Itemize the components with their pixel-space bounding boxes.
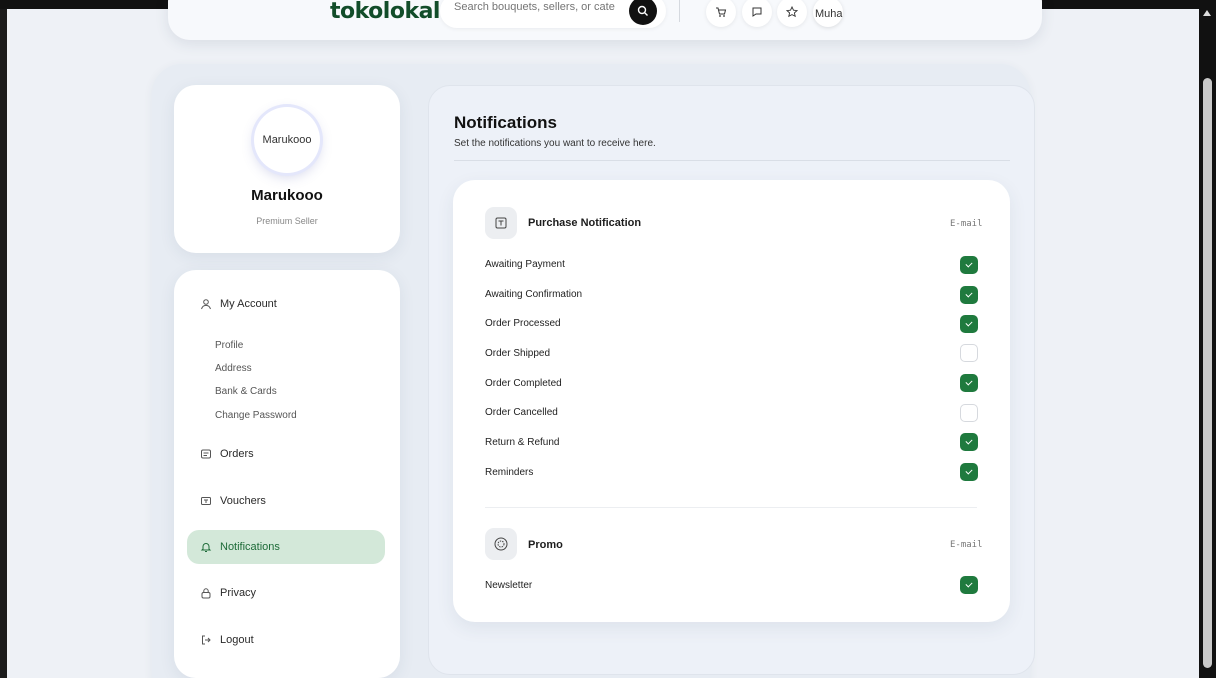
promo-email-column: E-mail [950,540,983,550]
row-reminders: Reminders [485,467,534,478]
chat-button[interactable] [742,0,772,27]
logout-icon [200,634,212,646]
nav-vouchers[interactable]: Vouchers [200,495,266,507]
avatar-text: Marukooo [262,134,312,146]
section-divider [485,507,977,508]
top-header: tokolokal Muha [168,0,1042,40]
row-awaiting-payment: Awaiting Payment [485,259,565,270]
notification-settings-card [453,180,1010,622]
nav-sub-address[interactable]: Address [215,363,252,374]
nav-sub-profile[interactable]: Profile [215,340,243,351]
checkbox-newsletter[interactable] [960,576,978,594]
orders-icon [200,448,212,460]
purchase-section-icon [485,207,517,239]
checkbox-order-completed[interactable] [960,374,978,392]
row-awaiting-confirmation: Awaiting Confirmation [485,289,583,300]
search-icon [637,5,648,16]
nav-notifications-label: Notifications [220,541,280,553]
badge-icon [494,537,508,551]
promo-section-icon [485,528,517,560]
star-icon [786,6,798,18]
user-icon [200,298,212,310]
profile-avatar: Marukooo [254,107,320,173]
header-divider [679,0,680,22]
purchase-section-title: Purchase Notification [528,217,642,229]
row-order-completed: Order Completed [485,378,562,389]
profile-role: Premium Seller [256,216,318,226]
page-subtitle: Set the notifications you want to receiv… [454,138,656,149]
nav-logout[interactable]: Logout [200,634,254,646]
checkbox-return-refund[interactable] [960,433,978,451]
logo[interactable]: tokolokal [330,0,440,24]
account-nav: My Account Profile Address Bank & Cards … [174,270,400,678]
nav-sub-change-password[interactable]: Change Password [215,410,297,421]
title-divider [454,160,1010,161]
nav-orders[interactable]: Orders [200,448,254,460]
nav-privacy[interactable]: Privacy [200,587,256,599]
user-avatar[interactable]: Muha [813,0,843,27]
promo-section-title: Promo [528,539,563,551]
row-return-refund: Return & Refund [485,437,560,448]
purchase-email-column: E-mail [950,219,983,229]
chat-icon [752,7,762,17]
cart-button[interactable] [706,0,736,27]
window-scrollbar[interactable] [1199,0,1216,678]
nav-vouchers-label: Vouchers [220,495,266,507]
checkbox-order-cancelled[interactable] [960,404,978,422]
lock-icon [200,587,212,599]
checkbox-order-processed[interactable] [960,315,978,333]
nav-orders-label: Orders [220,448,254,460]
voucher-icon [200,495,212,507]
nav-notifications[interactable]: Notifications [200,541,280,553]
wishlist-button[interactable] [777,0,807,27]
checkbox-awaiting-payment[interactable] [960,256,978,274]
nav-my-account-label: My Account [220,298,277,310]
row-newsletter: Newsletter [485,580,533,591]
profile-card: Marukooo Marukooo Premium Seller [174,85,400,253]
nav-sub-bank-cards[interactable]: Bank & Cards [215,386,277,397]
checkbox-order-shipped[interactable] [960,344,978,362]
cart-icon [716,7,727,17]
checkbox-awaiting-confirmation[interactable] [960,286,978,304]
page-title: Notifications [454,113,557,132]
profile-name: Marukooo [251,187,323,204]
checkbox-reminders[interactable] [960,463,978,481]
bell-icon [200,541,212,553]
row-order-shipped: Order Shipped [485,348,551,359]
search-input[interactable] [454,1,624,13]
nav-privacy-label: Privacy [220,587,257,599]
scroll-up-icon[interactable] [1203,10,1211,16]
row-order-processed: Order Processed [485,318,561,329]
nav-logout-label: Logout [220,634,254,646]
scrollbar-thumb[interactable] [1203,78,1212,668]
window-left-edge [0,0,7,678]
row-order-cancelled: Order Cancelled [485,407,558,418]
nav-my-account[interactable]: My Account [200,298,277,310]
receipt-icon [495,217,507,229]
